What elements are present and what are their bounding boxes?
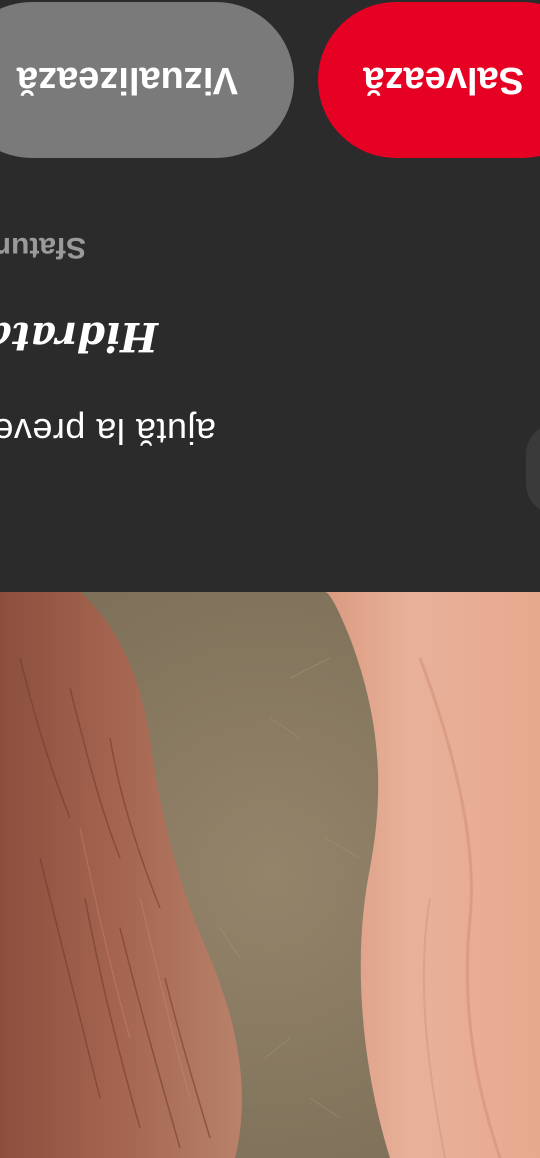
view-button[interactable]: Vizualizează	[0, 2, 294, 158]
pin-details-panel: ajută la prevenirea Hidratare zilnică Sf…	[0, 0, 540, 592]
pin-title: Hidratare zilnică	[0, 313, 158, 360]
view-button-label: Vizualizează	[16, 59, 238, 102]
save-button[interactable]: Salvează	[318, 2, 540, 158]
section-label: Sfaturi	[0, 231, 86, 264]
pin-image[interactable]	[0, 592, 540, 1158]
screen-rotated: ajută la prevenirea Hidratare zilnică Sf…	[0, 0, 540, 1158]
more-options-button[interactable]	[526, 424, 540, 514]
pin-description: ajută la prevenirea	[0, 411, 216, 452]
hands-photo	[0, 592, 540, 1158]
save-button-label: Salvează	[363, 59, 524, 102]
